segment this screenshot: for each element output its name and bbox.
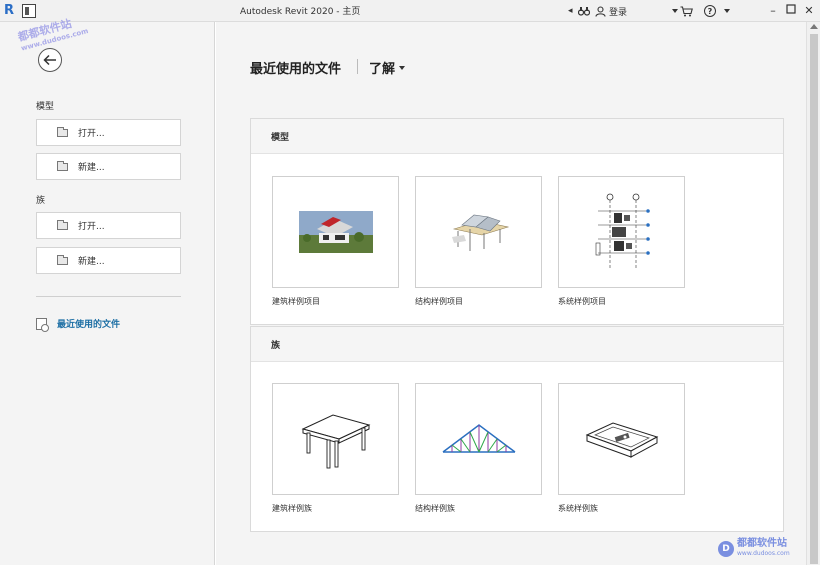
folder-open-icon [57,219,68,230]
maximize-button[interactable] [784,4,798,18]
learn-dropdown[interactable]: 了解 [369,58,406,77]
model-card: 模型 建筑样例项目 结构样例项目 系统样例项目 [250,118,784,325]
login-dropdown-caret[interactable] [668,4,678,18]
model-card-header: 模型 [251,119,783,154]
watermark-bottom: D 都都软件站 www.dudoos.com [718,539,790,559]
watermark-logo-icon: D [718,541,734,557]
main-area: 最近使用的文件 了解 模型 建筑样例项目 结构样例项目 系统样例项目 族 建筑样… [216,22,806,565]
folder-icon [57,254,68,265]
recent-files-link[interactable]: 最近使用的文件 [36,317,121,332]
window-title: Autodesk Revit 2020 - 主页 [240,7,361,17]
tile-label: 系统样例项目 [558,297,606,306]
title-separator [357,59,358,74]
help-icon[interactable]: ? [704,4,716,18]
back-arrow-icon[interactable] [38,48,62,72]
arrow-left-small-icon[interactable]: ◂ [568,4,573,18]
recent-files-icon [36,317,49,332]
architectural-project-thumbnail[interactable] [272,176,399,288]
model-new-label: 新建... [78,163,105,173]
learn-label: 了解 [369,62,396,77]
quick-access-icon[interactable] [22,4,36,18]
family-new-label: 新建... [78,257,105,267]
structural-sample-family-tile[interactable]: 结构样例族 [415,383,542,514]
systems-sample-family-tile[interactable]: 系统样例族 [558,383,685,514]
architectural-sample-project-tile[interactable]: 建筑样例项目 [272,176,399,307]
user-icon[interactable] [595,4,606,18]
watermark-bottom-name: 都都软件站 [737,538,787,549]
model-open-button[interactable]: 打开... [36,119,181,146]
scroll-up-arrow-icon[interactable] [810,24,818,29]
minimize-button[interactable]: – [766,4,780,18]
close-button[interactable]: ✕ [802,4,816,18]
folder-icon [57,160,68,171]
structural-project-thumbnail[interactable] [415,176,542,288]
model-section-label: 模型 [36,102,55,112]
tile-label: 结构样例族 [415,504,455,513]
tile-label: 建筑样例族 [272,504,312,513]
sidebar-divider [36,296,181,297]
family-card: 族 建筑样例族 结构样例族 系统样例族 [250,326,784,532]
vertical-scrollbar[interactable] [806,22,820,565]
watermark-bottom-text: 都都软件站 www.dudoos.com [737,539,790,559]
title-bar: R Autodesk Revit 2020 - 主页 ◂ 登录 ? – ✕ [0,0,820,22]
tile-label: 结构样例项目 [415,297,463,306]
tile-label: 系统样例族 [558,504,598,513]
binoculars-icon[interactable] [578,4,590,18]
architectural-family-thumbnail[interactable] [272,383,399,495]
systems-family-thumbnail[interactable] [558,383,685,495]
family-open-label: 打开... [78,222,105,232]
structural-family-thumbnail[interactable] [415,383,542,495]
family-open-button[interactable]: 打开... [36,212,181,239]
family-card-header: 族 [251,327,783,362]
scroll-thumb[interactable] [810,34,818,564]
login-button[interactable]: 登录 [609,4,627,18]
structural-sample-project-tile[interactable]: 结构样例项目 [415,176,542,307]
family-new-button[interactable]: 新建... [36,247,181,274]
model-open-label: 打开... [78,129,105,139]
chevron-down-icon [399,65,406,70]
systems-sample-project-tile[interactable]: 系统样例项目 [558,176,685,307]
folder-open-icon [57,126,68,137]
left-panel: 模型 打开... 新建... 族 打开... 新建... 最近使用的文件 [0,22,215,565]
model-new-button[interactable]: 新建... [36,153,181,180]
page-title: 最近使用的文件 [250,62,342,77]
architectural-sample-family-tile[interactable]: 建筑样例族 [272,383,399,514]
tile-label: 建筑样例项目 [272,297,320,306]
help-dropdown-caret[interactable] [720,4,730,18]
watermark-bottom-url: www.dudoos.com [737,550,790,557]
cart-icon[interactable] [680,4,693,18]
revit-logo-icon[interactable]: R [4,3,19,19]
systems-project-thumbnail[interactable] [558,176,685,288]
family-section-label: 族 [36,196,46,206]
recent-files-label: 最近使用的文件 [57,320,121,330]
